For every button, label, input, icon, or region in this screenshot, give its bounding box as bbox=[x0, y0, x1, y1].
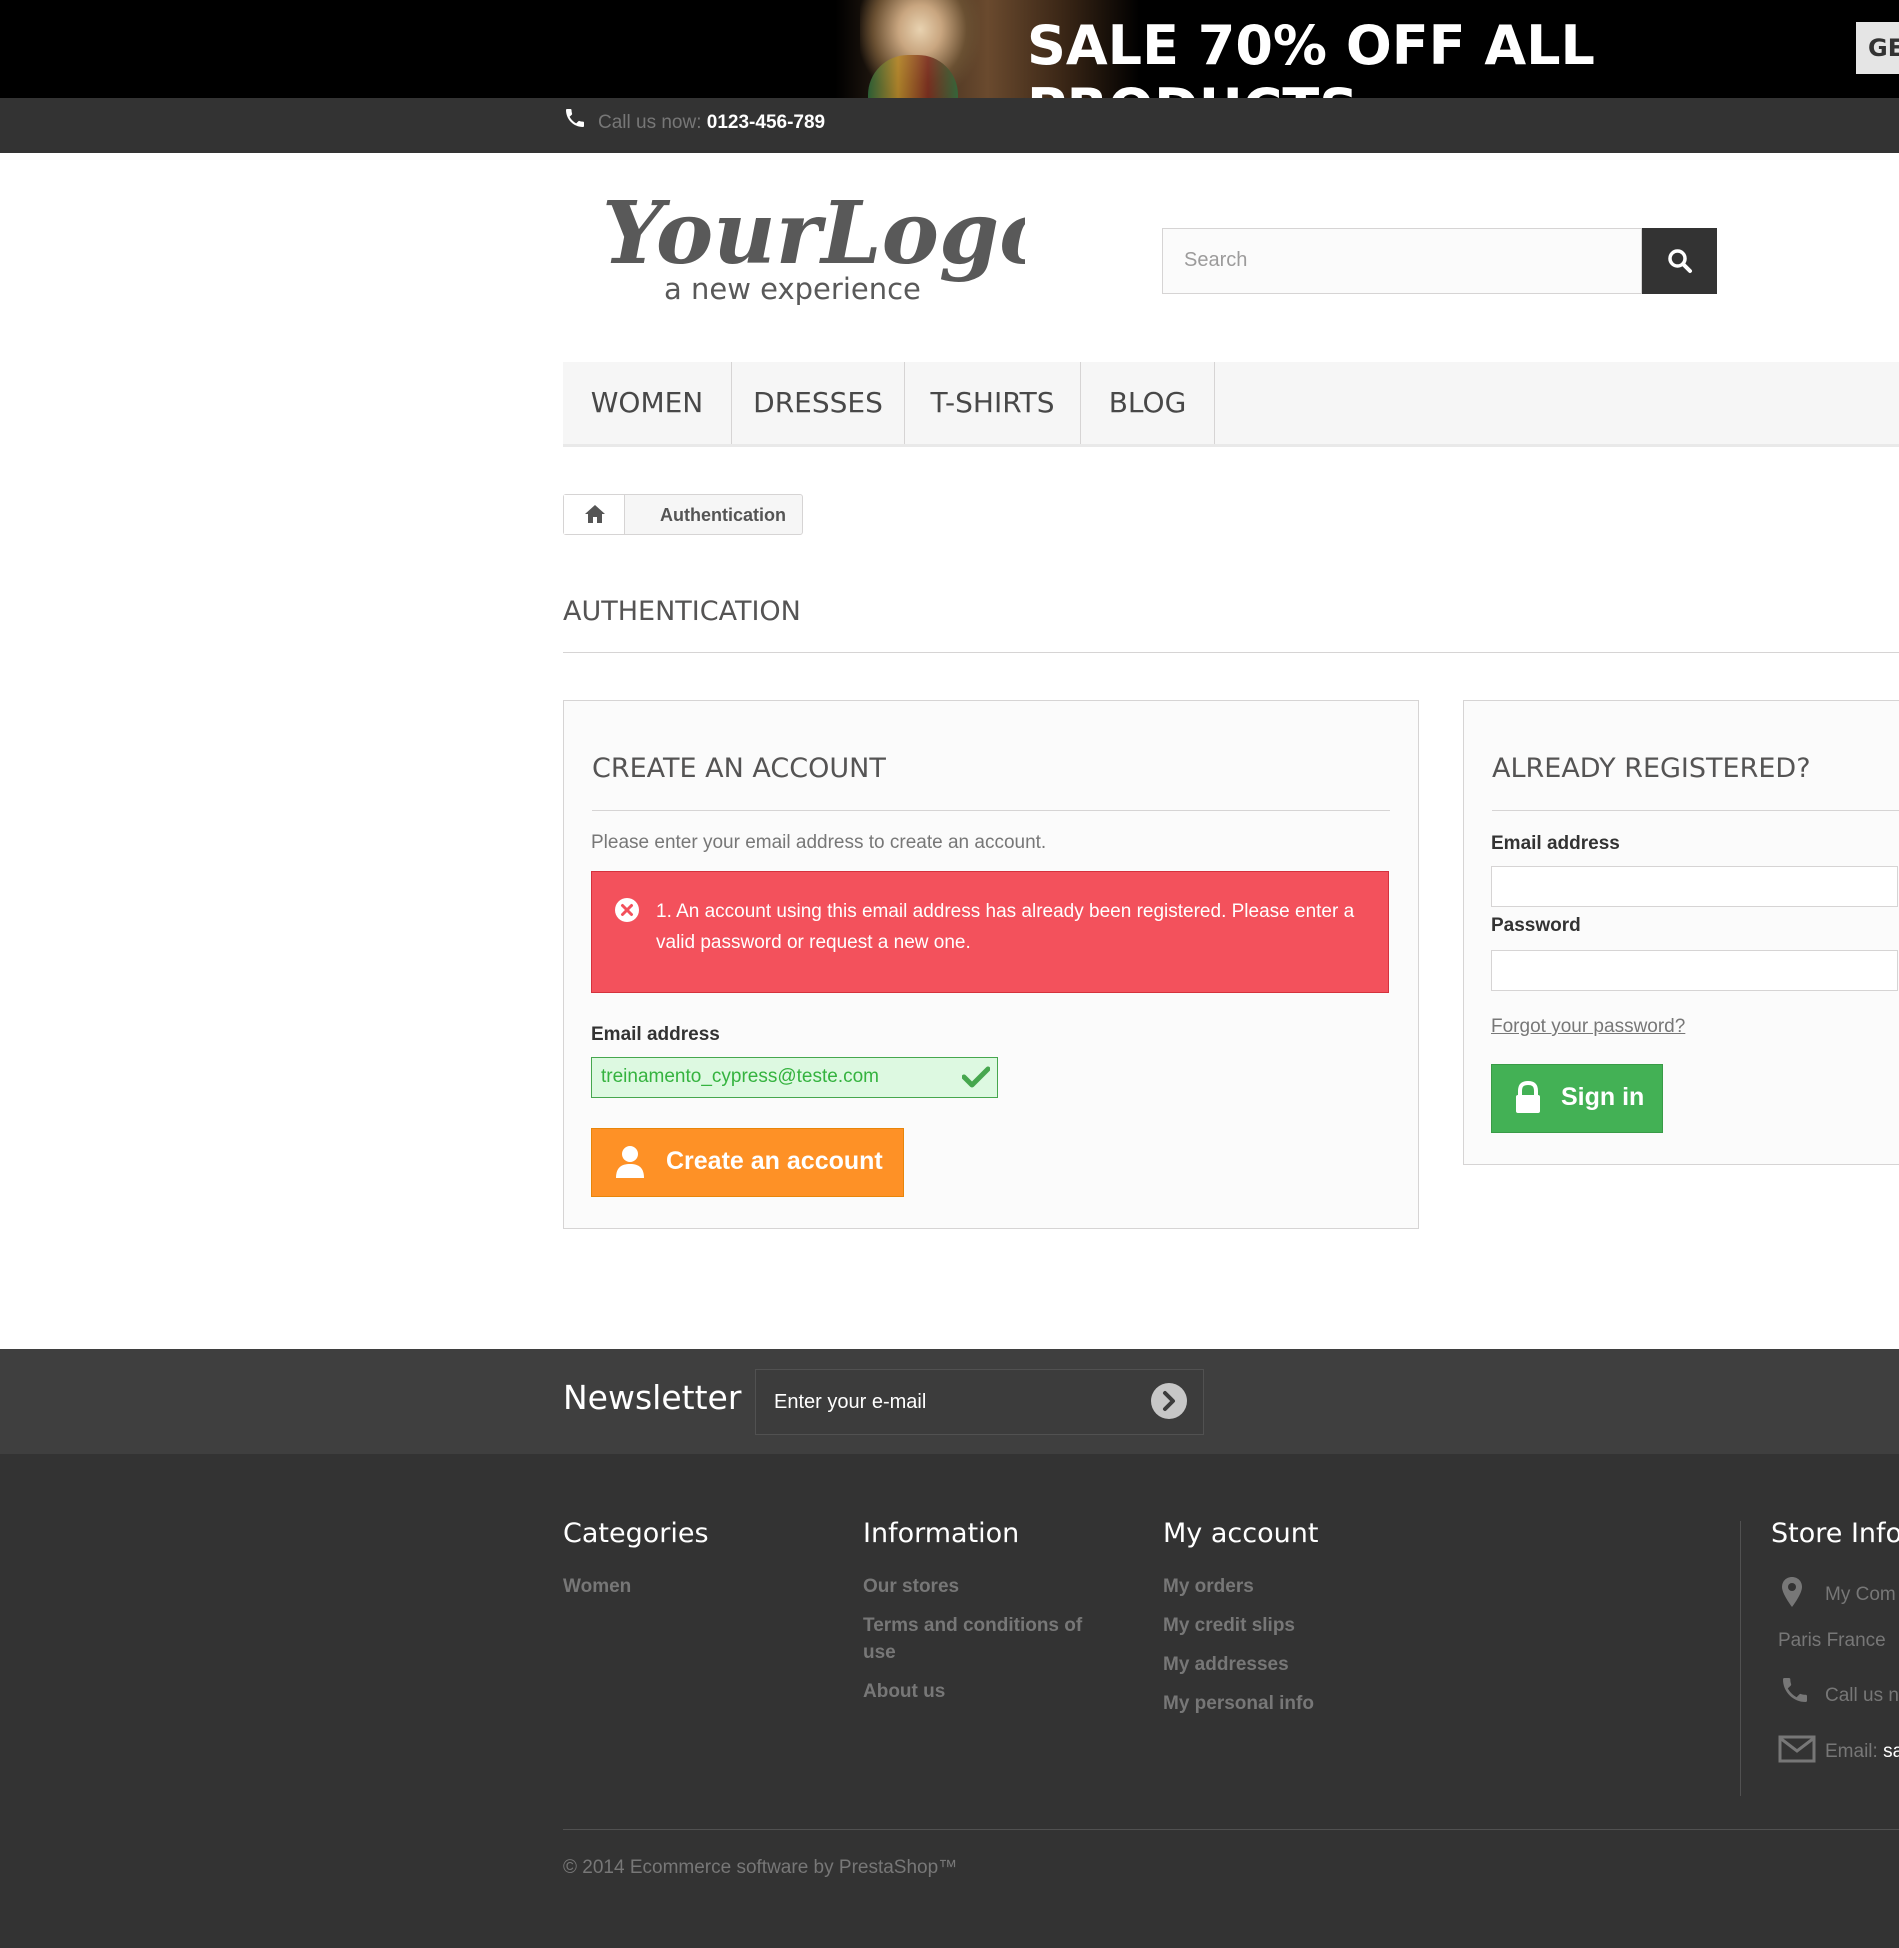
error-message: 1. An account using this email address h… bbox=[656, 901, 1355, 953]
footer-link-my-credit-slips[interactable]: My credit slips bbox=[1163, 1612, 1295, 1639]
envelope-icon bbox=[1778, 1735, 1816, 1763]
footer-categories-title: Categories bbox=[563, 1518, 709, 1549]
page-title: AUTHENTICATION bbox=[563, 596, 801, 627]
menu-item-women[interactable]: WOMEN bbox=[563, 362, 732, 444]
login-email-label: Email address bbox=[1491, 833, 1620, 854]
main-menu: WOMEN DRESSES T-SHIRTS BLOG bbox=[563, 362, 1899, 447]
footer-link-terms[interactable]: Terms and conditions of use bbox=[863, 1612, 1113, 1666]
call-us-label: Call us now: bbox=[598, 112, 702, 133]
store-call-label: Call us n bbox=[1825, 1685, 1899, 1706]
search-button[interactable] bbox=[1642, 228, 1717, 294]
menu-item-dresses[interactable]: DRESSES bbox=[732, 362, 905, 444]
footer-store-info-title: Store Info bbox=[1771, 1518, 1899, 1549]
menu-item-blog[interactable]: BLOG bbox=[1081, 362, 1215, 444]
sign-in-button-label: Sign in bbox=[1561, 1083, 1645, 1111]
menu-item-tshirts[interactable]: T-SHIRTS bbox=[905, 362, 1081, 444]
newsletter-title: Newsletter bbox=[563, 1378, 742, 1417]
footer-information-title: Information bbox=[863, 1518, 1020, 1549]
heading-divider bbox=[563, 652, 1899, 653]
logo-wordmark: YourLogo bbox=[602, 185, 1025, 284]
logo-tagline: a new experience bbox=[664, 272, 921, 306]
login-email-input[interactable] bbox=[1491, 866, 1898, 907]
footer-my-account-title: My account bbox=[1163, 1518, 1319, 1549]
newsletter-email-input[interactable]: Enter your e-mail bbox=[755, 1369, 1204, 1435]
error-alert: 1. An account using this email address h… bbox=[591, 871, 1389, 993]
create-email-label: Email address bbox=[591, 1024, 720, 1045]
breadcrumb-home[interactable] bbox=[564, 495, 625, 534]
store-address-line1: My Com bbox=[1825, 1584, 1896, 1605]
top-contact-bar bbox=[0, 98, 1899, 153]
call-us-text: Call us now: 0123-456-789 bbox=[598, 112, 825, 134]
store-email-label: Email: bbox=[1825, 1741, 1878, 1762]
create-email-input[interactable]: treinamento_cypress@teste.com bbox=[591, 1057, 998, 1098]
login-password-input[interactable] bbox=[1491, 950, 1898, 991]
login-divider bbox=[1492, 810, 1899, 811]
login-password-label: Password bbox=[1491, 915, 1581, 936]
create-account-description: Please enter your email address to creat… bbox=[591, 832, 1047, 853]
search-icon bbox=[1668, 249, 1692, 273]
newsletter-submit-icon[interactable] bbox=[1150, 1382, 1188, 1420]
create-account-divider bbox=[592, 810, 1390, 811]
create-account-title: CREATE AN ACCOUNT bbox=[592, 753, 886, 784]
footer-link-women[interactable]: Women bbox=[563, 1573, 631, 1600]
create-account-button[interactable]: Create an account bbox=[591, 1128, 904, 1197]
footer-link-about-us[interactable]: About us bbox=[863, 1678, 945, 1705]
map-marker-icon bbox=[1782, 1577, 1802, 1607]
breadcrumb: Authentication bbox=[563, 494, 803, 535]
breadcrumb-current: Authentication bbox=[660, 505, 786, 525]
copyright-text[interactable]: © 2014 Ecommerce software by PrestaShop™ bbox=[563, 1857, 957, 1879]
phone-number: 0123-456-789 bbox=[706, 112, 826, 133]
search-input[interactable]: Search bbox=[1162, 228, 1642, 294]
store-email-text: Email: sa bbox=[1825, 1741, 1899, 1763]
footer-link-my-personal-info[interactable]: My personal info bbox=[1163, 1690, 1314, 1717]
lock-icon bbox=[1516, 1081, 1540, 1113]
login-title: ALREADY REGISTERED? bbox=[1492, 753, 1811, 784]
valid-check-icon bbox=[962, 1066, 990, 1088]
site-logo[interactable]: YourLogo a new experience bbox=[600, 185, 1025, 315]
footer-link-my-addresses[interactable]: My addresses bbox=[1163, 1651, 1289, 1678]
banner-cta-button[interactable]: GE bbox=[1856, 22, 1899, 74]
store-info-divider bbox=[1740, 1521, 1741, 1796]
footer-link-our-stores[interactable]: Our stores bbox=[863, 1573, 959, 1600]
sign-in-button[interactable]: Sign in bbox=[1491, 1064, 1663, 1133]
store-address-line2: Paris France bbox=[1778, 1630, 1886, 1651]
create-account-button-label: Create an account bbox=[666, 1147, 883, 1175]
forgot-password-link[interactable]: Forgot your password? bbox=[1491, 1016, 1685, 1038]
footer-divider bbox=[563, 1829, 1899, 1830]
footer-link-my-orders[interactable]: My orders bbox=[1163, 1573, 1254, 1600]
phone-icon bbox=[566, 109, 584, 127]
user-icon bbox=[616, 1146, 644, 1178]
store-phone-icon bbox=[1783, 1678, 1807, 1702]
home-icon bbox=[585, 505, 605, 523]
error-icon bbox=[615, 898, 639, 922]
store-email-value[interactable]: sa bbox=[1883, 1741, 1899, 1762]
